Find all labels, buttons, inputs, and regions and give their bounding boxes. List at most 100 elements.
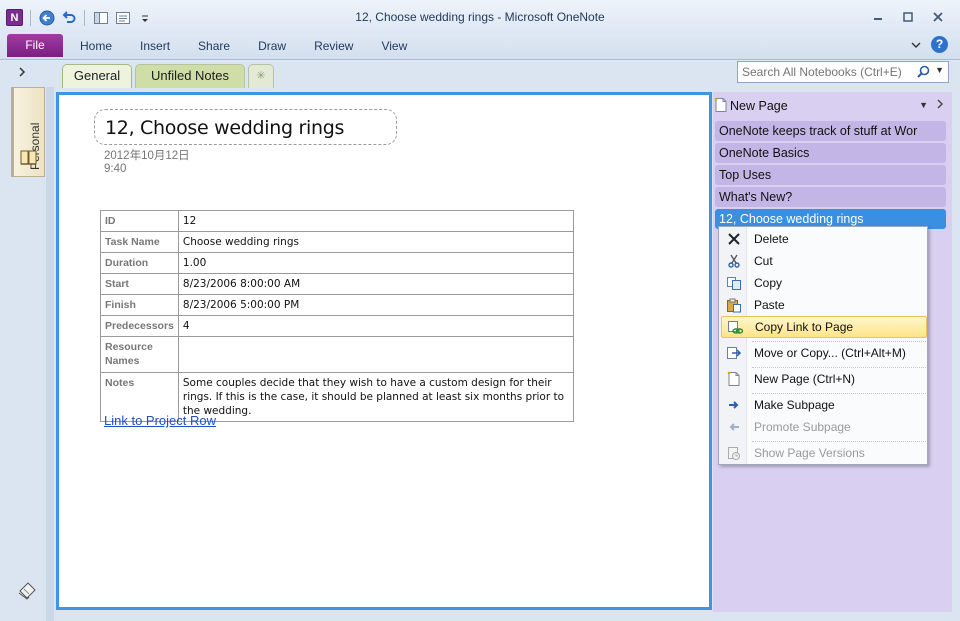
page-title[interactable]: 12, Choose wedding rings <box>105 117 344 139</box>
menu-item-paste[interactable]: Paste <box>721 294 927 316</box>
table-value[interactable]: Some couples decide that they wish to ha… <box>177 372 575 422</box>
menu-item-cut[interactable]: Cut <box>721 250 927 272</box>
toolbar-divider <box>84 9 85 26</box>
expand-navigation-icon[interactable] <box>18 66 26 80</box>
table-key: Predecessors <box>100 315 179 337</box>
page-tab-onenote-basics[interactable]: OneNote Basics <box>715 143 946 163</box>
maximize-icon[interactable] <box>894 8 922 26</box>
notebook-pane-divider <box>46 87 54 621</box>
table-row: Start 8/23/2006 8:00:00 AM <box>100 273 575 295</box>
scissors-icon <box>721 254 747 268</box>
menu-item-label: Cut <box>754 254 773 268</box>
table-key: ID <box>100 210 179 232</box>
new-page-icon <box>721 371 747 387</box>
table-key: Resource Names <box>100 336 179 373</box>
search-scope-dropdown-icon[interactable]: ▼ <box>935 65 944 75</box>
table-row: Finish 8/23/2006 5:00:00 PM <box>100 294 575 316</box>
full-page-view-icon[interactable] <box>114 9 131 26</box>
search-icon[interactable] <box>917 65 930 81</box>
main-area: Personal General Unfiled Notes ✳ ▼ 12, C… <box>0 61 960 621</box>
copy-icon <box>721 276 747 290</box>
menu-item-new-page[interactable]: New Page (Ctrl+N) <box>721 368 927 390</box>
table-value[interactable]: Choose wedding rings <box>177 231 575 253</box>
table-key: Duration <box>100 252 179 274</box>
page-versions-icon <box>721 446 747 461</box>
menu-item-label: Delete <box>754 232 789 246</box>
new-page-icon <box>714 97 728 116</box>
delete-x-icon <box>721 232 747 246</box>
page-tab-top-uses[interactable]: Top Uses <box>715 165 946 185</box>
search-box: ▼ <box>737 61 949 83</box>
menu-item-label: Show Page Versions <box>754 446 865 460</box>
table-value[interactable]: 8/23/2006 8:00:00 AM <box>177 273 575 295</box>
unfiled-notes-icon[interactable] <box>16 579 38 604</box>
menu-item-copy[interactable]: Copy <box>721 272 927 294</box>
ribbon: File Home Insert Share Draw Review View … <box>0 34 960 60</box>
table-value[interactable] <box>177 336 575 373</box>
table-value[interactable]: 8/23/2006 5:00:00 PM <box>177 294 575 316</box>
section-tab-unfiled-notes[interactable]: Unfiled Notes <box>135 64 245 88</box>
menu-item-label: Copy <box>754 276 783 290</box>
menu-item-move-or-copy[interactable]: Move or Copy... (Ctrl+Alt+M) <box>721 342 927 364</box>
menu-item-make-subpage[interactable]: Make Subpage <box>721 394 927 416</box>
new-page-label: New Page <box>730 99 788 113</box>
table-row: Predecessors 4 <box>100 315 575 337</box>
arrow-left-icon <box>721 422 747 432</box>
task-details-table[interactable]: ID 12 Task Name Choose wedding rings Dur… <box>100 210 575 422</box>
page-tab-onenote-keeps-track[interactable]: OneNote keeps track of stuff at Wor <box>715 121 946 141</box>
table-key: Start <box>100 273 179 295</box>
new-page-dropdown-icon[interactable]: ▼ <box>919 100 928 110</box>
minimize-icon[interactable] <box>864 8 892 26</box>
tab-insert[interactable]: Insert <box>126 38 184 54</box>
window-controls <box>864 8 952 26</box>
quick-access-toolbar: N <box>6 9 153 26</box>
menu-item-delete[interactable]: Delete <box>721 228 927 250</box>
tab-share[interactable]: Share <box>184 38 244 54</box>
search-input[interactable] <box>738 62 916 82</box>
page-tab-whats-new[interactable]: What's New? <box>715 187 946 207</box>
menu-item-label: Paste <box>754 298 785 312</box>
table-key: Finish <box>100 294 179 316</box>
tab-draw[interactable]: Draw <box>244 38 300 54</box>
menu-item-label: New Page (Ctrl+N) <box>754 372 856 386</box>
notebook-icon <box>19 148 39 169</box>
page-time: 9:40 <box>104 163 127 175</box>
customize-toolbar-icon[interactable] <box>136 9 153 26</box>
move-copy-icon <box>721 346 747 361</box>
notebook-tab-personal[interactable]: Personal <box>11 87 45 177</box>
back-icon[interactable] <box>38 9 55 26</box>
page-title-box[interactable]: 12, Choose wedding rings <box>94 109 397 145</box>
collapse-page-tabs-icon[interactable] <box>937 98 944 112</box>
copy-link-icon <box>722 320 748 335</box>
close-icon[interactable] <box>924 8 952 26</box>
menu-item-label: Move or Copy... (Ctrl+Alt+M) <box>754 346 906 360</box>
menu-item-label: Copy Link to Page <box>755 320 854 334</box>
new-page-button[interactable]: New Page ▼ <box>714 96 950 116</box>
new-section-icon[interactable]: ✳ <box>248 64 274 88</box>
paste-icon <box>721 298 747 313</box>
tab-review[interactable]: Review <box>300 38 367 54</box>
section-tab-general[interactable]: General <box>62 64 132 88</box>
tab-view[interactable]: View <box>367 38 421 54</box>
file-tab[interactable]: File <box>7 34 63 57</box>
page-date: 2012年10月12日 <box>104 150 190 162</box>
menu-item-copy-link-to-page[interactable]: Copy Link to Page <box>721 316 927 338</box>
table-value[interactable]: 1.00 <box>177 252 575 274</box>
table-value[interactable]: 12 <box>177 210 575 232</box>
undo-icon[interactable] <box>60 9 77 26</box>
table-row: Task Name Choose wedding rings <box>100 231 575 253</box>
page-context-menu: Delete Cut Copy Paste Copy Link to Page <box>718 226 928 465</box>
expand-ribbon-icon[interactable] <box>911 38 921 52</box>
menu-item-show-page-versions[interactable]: Show Page Versions <box>721 442 927 464</box>
tab-home[interactable]: Home <box>66 38 126 54</box>
onenote-logo-icon[interactable]: N <box>6 9 23 26</box>
menu-item-promote-subpage[interactable]: Promote Subpage <box>721 416 927 438</box>
help-icon[interactable]: ? <box>931 36 948 53</box>
table-row: Resource Names <box>100 336 575 373</box>
toolbar-divider <box>30 9 31 26</box>
table-value[interactable]: 4 <box>177 315 575 337</box>
page-canvas[interactable]: 12, Choose wedding rings 2012年10月12日 9:4… <box>56 92 712 610</box>
project-row-link[interactable]: Link to Project Row <box>104 413 216 428</box>
dock-to-desktop-icon[interactable] <box>92 9 109 26</box>
menu-item-label: Promote Subpage <box>754 420 851 434</box>
